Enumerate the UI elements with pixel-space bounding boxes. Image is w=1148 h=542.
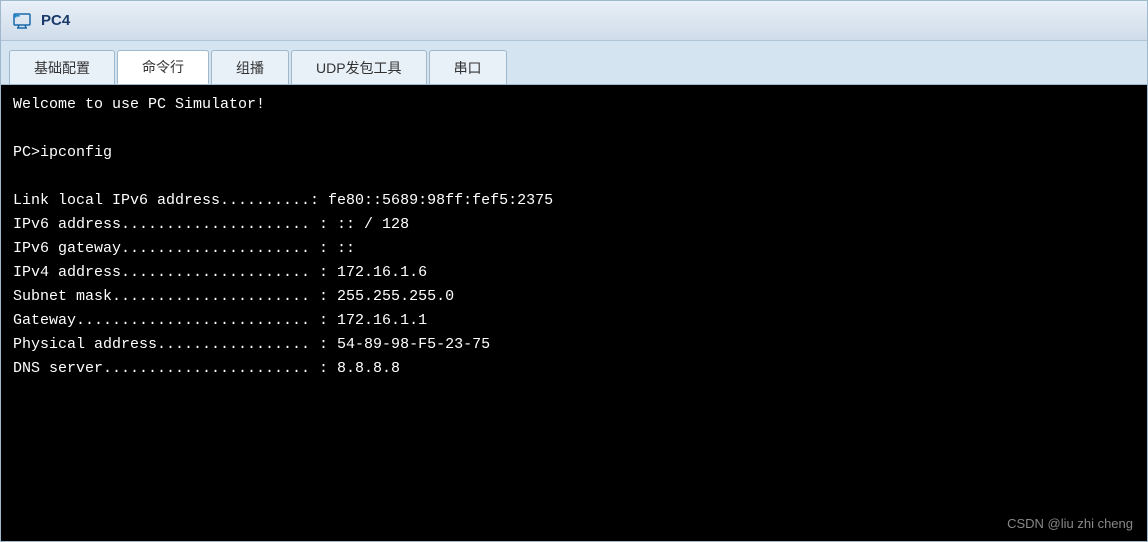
tabs-bar: 基础配置 命令行 组播 UDP发包工具 串口 xyxy=(1,41,1147,85)
terminal[interactable]: Welcome to use PC Simulator! PC>ipconfig… xyxy=(1,85,1147,541)
tab-basic-config[interactable]: 基础配置 xyxy=(9,50,115,84)
tab-serial[interactable]: 串口 xyxy=(429,50,507,84)
tab-multicast[interactable]: 组播 xyxy=(211,50,289,84)
main-window: PC4 基础配置 命令行 组播 UDP发包工具 串口 Welcome to us… xyxy=(0,0,1148,542)
window-title: PC4 xyxy=(41,12,70,29)
tab-udp-tool[interactable]: UDP发包工具 xyxy=(291,50,427,84)
terminal-wrapper: Welcome to use PC Simulator! PC>ipconfig… xyxy=(1,85,1147,541)
tab-command-line[interactable]: 命令行 xyxy=(117,50,209,84)
window-icon xyxy=(11,10,33,32)
terminal-content: Welcome to use PC Simulator! PC>ipconfig… xyxy=(13,93,1135,381)
title-bar: PC4 xyxy=(1,1,1147,41)
